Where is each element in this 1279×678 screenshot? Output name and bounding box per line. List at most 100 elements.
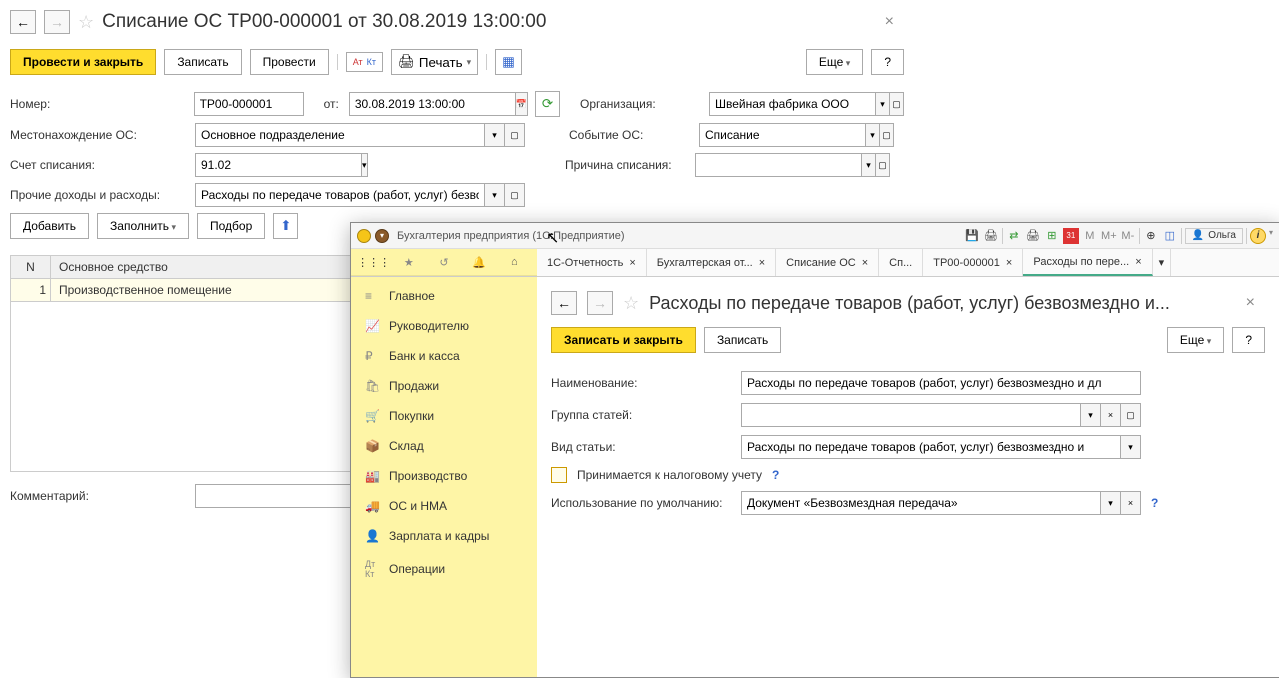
event-input[interactable] xyxy=(699,123,866,147)
sidebar-item-production[interactable]: 🏭Производство xyxy=(351,461,537,491)
help-icon[interactable]: ? xyxy=(1151,496,1158,510)
dropdown-icon[interactable]: ▾ xyxy=(362,153,368,177)
m-icon[interactable]: M xyxy=(1082,228,1098,244)
zoom-icon[interactable]: ⊕ xyxy=(1143,228,1159,244)
info-icon[interactable]: i xyxy=(1250,228,1266,244)
date-input[interactable] xyxy=(349,92,516,116)
star-icon[interactable]: ★ xyxy=(401,254,417,270)
user-box[interactable]: 👤Ольга xyxy=(1185,228,1243,244)
tab-expenses[interactable]: Расходы по пере...× xyxy=(1023,249,1152,276)
help-icon[interactable]: ? xyxy=(772,468,779,482)
sidebar-item-purchases[interactable]: 🛒Покупки xyxy=(351,401,537,431)
home-icon[interactable]: ⌂ xyxy=(506,254,522,270)
print-icon[interactable]: 🖨 xyxy=(983,228,999,244)
sidebar-item-warehouse[interactable]: 📦Склад xyxy=(351,431,537,461)
open-icon[interactable]: ▢ xyxy=(1121,403,1141,427)
info-dropdown-icon[interactable]: ▾ xyxy=(1269,228,1273,244)
close-icon[interactable]: × xyxy=(862,257,868,269)
write-button[interactable]: Записать xyxy=(164,49,241,75)
dropdown-icon[interactable]: ▾ xyxy=(485,123,505,147)
panel-icon[interactable]: ◫ xyxy=(1162,228,1178,244)
sidebar-item-main[interactable]: ≡Главное xyxy=(351,281,537,311)
close-icon[interactable]: × xyxy=(1006,257,1012,269)
open-icon[interactable]: ▢ xyxy=(505,183,525,207)
sidebar-item-salary[interactable]: 👤Зарплата и кадры xyxy=(351,521,537,551)
tab-1c-report[interactable]: 1С-Отчетность× xyxy=(537,249,647,276)
back-button[interactable]: ← xyxy=(10,10,36,34)
tab-accounting[interactable]: Бухгалтерская от...× xyxy=(647,249,776,276)
close-icon[interactable]: × xyxy=(875,13,904,31)
number-input[interactable] xyxy=(194,92,304,116)
history-icon[interactable]: ↺ xyxy=(436,254,452,270)
dropdown-icon[interactable]: ▾ xyxy=(1101,491,1121,515)
org-input[interactable] xyxy=(709,92,876,116)
dropdown-icon[interactable]: ▾ xyxy=(876,92,890,116)
open-icon[interactable]: ▢ xyxy=(880,123,894,147)
sidebar-item-assets[interactable]: 🚚ОС и НМА xyxy=(351,491,537,521)
m-plus-icon[interactable]: M+ xyxy=(1101,228,1117,244)
forward-button[interactable]: → xyxy=(44,10,70,34)
up-button[interactable]: ⬆ xyxy=(273,213,298,239)
write-button[interactable]: Записать xyxy=(704,327,781,353)
other-input[interactable] xyxy=(195,183,485,207)
conduct-button[interactable]: Провести xyxy=(250,49,329,75)
add-button[interactable]: Добавить xyxy=(10,213,89,239)
compare-icon[interactable]: ⇄ xyxy=(1006,228,1022,244)
close-icon[interactable]: × xyxy=(759,257,765,269)
dropdown-icon[interactable]: ▾ xyxy=(862,153,876,177)
m-minus-icon[interactable]: M- xyxy=(1120,228,1136,244)
star-icon[interactable]: ☆ xyxy=(78,12,94,33)
save-icon[interactable]: 💾 xyxy=(964,228,980,244)
open-icon[interactable]: ▢ xyxy=(505,123,525,147)
fill-button[interactable]: Заполнить xyxy=(97,213,189,239)
tab-writeoff[interactable]: Списание ОС× xyxy=(776,249,879,276)
sidebar-item-director[interactable]: 📈Руководителю xyxy=(351,311,537,341)
write-close-button[interactable]: Записать и закрыть xyxy=(551,327,696,353)
dropdown-icon[interactable]: ▾ xyxy=(485,183,505,207)
more-button[interactable]: Еще xyxy=(1167,327,1224,353)
group-input[interactable] xyxy=(741,403,1081,427)
open-icon[interactable]: ▢ xyxy=(876,153,890,177)
more-button[interactable]: Еще xyxy=(806,49,863,75)
structure-button[interactable]: ▦ xyxy=(495,49,522,75)
printer2-icon[interactable]: 🖨 xyxy=(1025,228,1041,244)
refresh-icon[interactable]: ⟳ xyxy=(535,91,560,117)
close-icon[interactable]: × xyxy=(1236,294,1265,312)
sidebar-item-operations[interactable]: ДтКтОперации xyxy=(351,551,537,587)
menu-icon[interactable]: ▾ xyxy=(375,229,389,243)
apps-icon[interactable]: ⋮⋮⋮ xyxy=(366,254,382,270)
calendar-icon[interactable]: 31 xyxy=(1063,228,1079,244)
help-button[interactable]: ? xyxy=(871,49,904,75)
name-input[interactable] xyxy=(741,371,1141,395)
tax-checkbox[interactable] xyxy=(551,467,567,483)
dropdown-icon[interactable]: ▾ xyxy=(1081,403,1101,427)
dt-kt-button[interactable]: АтКт xyxy=(346,52,383,72)
clear-icon[interactable]: × xyxy=(1121,491,1141,515)
dropdown-icon[interactable]: ▾ xyxy=(1121,435,1141,459)
close-icon[interactable]: × xyxy=(629,257,635,269)
account-input[interactable] xyxy=(195,153,362,177)
clear-icon[interactable]: × xyxy=(1101,403,1121,427)
back-button[interactable]: ← xyxy=(551,291,577,315)
forward-button[interactable]: → xyxy=(587,291,613,315)
select-button[interactable]: Подбор xyxy=(197,213,265,239)
star-icon[interactable]: ☆ xyxy=(623,293,639,314)
calc-icon[interactable]: ⊞ xyxy=(1044,228,1060,244)
print-button[interactable]: 🖨 Печать xyxy=(391,49,478,75)
dropdown-icon[interactable]: ▾ xyxy=(866,123,880,147)
location-input[interactable] xyxy=(195,123,485,147)
default-input[interactable] xyxy=(741,491,1101,515)
close-icon[interactable]: × xyxy=(1135,256,1141,268)
sidebar-item-sales[interactable]: 🛍Продажи xyxy=(351,371,537,401)
conduct-close-button[interactable]: Провести и закрыть xyxy=(10,49,156,75)
calendar-icon[interactable]: 📅 xyxy=(516,92,528,116)
help-button[interactable]: ? xyxy=(1232,327,1265,353)
sidebar-item-bank[interactable]: ₽Банк и касса xyxy=(351,341,537,371)
tab-sp[interactable]: Сп... xyxy=(879,249,923,276)
type-input[interactable] xyxy=(741,435,1121,459)
reason-input[interactable] xyxy=(695,153,862,177)
tab-dropdown[interactable]: ▾ xyxy=(1153,249,1172,276)
tab-tr[interactable]: ТР00-000001× xyxy=(923,249,1023,276)
bell-icon[interactable]: 🔔 xyxy=(471,254,487,270)
open-icon[interactable]: ▢ xyxy=(890,92,904,116)
